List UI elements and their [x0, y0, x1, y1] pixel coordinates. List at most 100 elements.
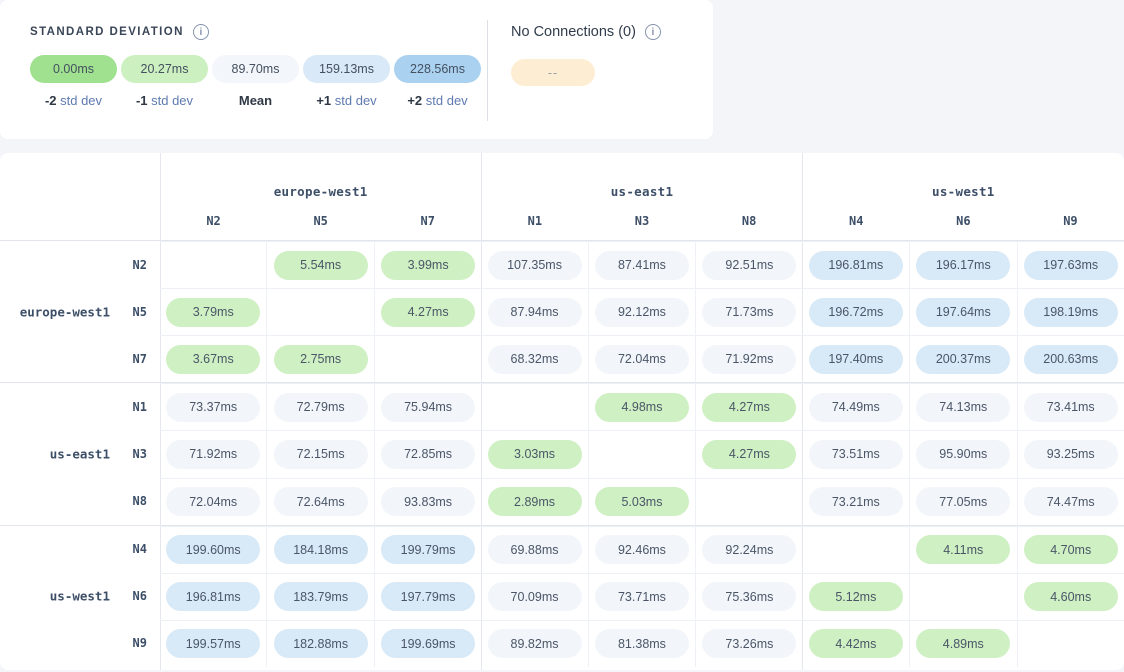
latency-pill: 196.81ms — [809, 251, 903, 280]
latency-cell: 75.36ms — [695, 574, 802, 620]
column-node-label: N6 — [910, 214, 1017, 228]
latency-cell: 196.72ms — [803, 289, 909, 335]
latency-cell — [160, 242, 266, 288]
no-connections-info-icon[interactable]: i — [645, 24, 661, 40]
table-row: N25.54ms3.99ms107.35ms87.41ms92.51ms196.… — [0, 241, 1124, 288]
std-dev-label-minus1: -1 std dev — [121, 93, 208, 108]
latency-pill: 77.05ms — [916, 487, 1010, 516]
latency-cell — [909, 574, 1016, 620]
table-row: N872.04ms72.64ms93.83ms2.89ms5.03ms73.21… — [0, 478, 1124, 525]
latency-pill: 75.36ms — [702, 582, 796, 611]
latency-cell: 184.18ms — [266, 527, 373, 573]
table-row: N371.92ms72.15ms72.85ms3.03ms4.27ms73.51… — [0, 430, 1124, 477]
table-row: N173.37ms72.79ms75.94ms4.98ms4.27ms74.49… — [0, 383, 1124, 430]
no-connections-title: No Connections (0) — [511, 24, 636, 40]
latency-cell: 197.64ms — [909, 289, 1016, 335]
std-dev-pill-minus2: 0.00ms — [30, 55, 117, 83]
latency-pill: 89.82ms — [488, 629, 582, 658]
latency-cell: 73.41ms — [1017, 384, 1124, 430]
latency-cell: 93.83ms — [374, 479, 481, 525]
column-node-label: N4 — [803, 214, 910, 228]
latency-cell: 71.92ms — [695, 336, 802, 382]
latency-cell: 92.12ms — [588, 289, 695, 335]
latency-cell: 5.03ms — [588, 479, 695, 525]
latency-cell: 73.51ms — [803, 431, 909, 477]
latency-cell: 93.25ms — [1017, 431, 1124, 477]
row-node-label: N9 — [0, 620, 160, 667]
table-row: N53.79ms4.27ms87.94ms92.12ms71.73ms196.7… — [0, 288, 1124, 335]
std-dev-labels: -2 std dev -1 std dev Mean +1 std dev +2… — [30, 93, 481, 108]
latency-cell: 72.04ms — [588, 336, 695, 382]
latency-cell: 4.89ms — [909, 621, 1016, 667]
latency-pill: 4.70ms — [1024, 535, 1118, 564]
latency-pill: 93.83ms — [381, 487, 475, 516]
column-node-label: N3 — [588, 214, 695, 228]
row-group-europe-west1: europe-west1N25.54ms3.99ms107.35ms87.41m… — [0, 240, 1124, 382]
latency-pill: 73.26ms — [702, 629, 796, 658]
column-node-label: N9 — [1017, 214, 1124, 228]
latency-cell: 72.79ms — [266, 384, 373, 430]
latency-cell: 73.26ms — [695, 621, 802, 667]
latency-pill: 73.51ms — [809, 440, 903, 469]
latency-cell: 74.13ms — [909, 384, 1016, 430]
row-region-label: us-east1 — [0, 446, 160, 461]
latency-pill: 74.49ms — [809, 393, 903, 422]
latency-cell: 5.12ms — [803, 574, 909, 620]
latency-pill: 70.09ms — [488, 582, 582, 611]
latency-cell: 4.70ms — [1017, 527, 1124, 573]
latency-cell: 71.73ms — [695, 289, 802, 335]
latency-cell: 87.94ms — [481, 289, 587, 335]
latency-cell: 196.81ms — [160, 574, 266, 620]
latency-cell: 4.27ms — [695, 384, 802, 430]
latency-cell: 3.99ms — [374, 242, 481, 288]
latency-pill: 3.03ms — [488, 440, 582, 469]
latency-pill: 5.54ms — [274, 251, 368, 280]
latency-pill: 199.79ms — [381, 535, 475, 564]
latency-cell: 92.24ms — [695, 527, 802, 573]
latency-cell: 4.60ms — [1017, 574, 1124, 620]
latency-pill: 199.60ms — [166, 535, 260, 564]
latency-pill: 200.37ms — [916, 345, 1010, 374]
latency-pill: 92.24ms — [702, 535, 796, 564]
latency-pill: 2.89ms — [488, 487, 582, 516]
latency-pill: 69.88ms — [488, 535, 582, 564]
latency-cell: 73.71ms — [588, 574, 695, 620]
latency-pill: 71.92ms — [702, 345, 796, 374]
latency-pill: 68.32ms — [488, 345, 582, 374]
latency-cell: 199.69ms — [374, 621, 481, 667]
latency-pill: 199.69ms — [381, 629, 475, 658]
latency-pill: 73.21ms — [809, 487, 903, 516]
latency-cell: 4.27ms — [374, 289, 481, 335]
latency-cell: 3.67ms — [160, 336, 266, 382]
column-group-us-west1: us-west1N4N6N9 — [803, 153, 1124, 240]
latency-cell: 92.46ms — [588, 527, 695, 573]
latency-pill: 92.51ms — [702, 251, 796, 280]
row-node-label: N1 — [0, 383, 160, 430]
std-dev-info-icon[interactable]: i — [193, 24, 209, 40]
latency-cell: 199.60ms — [160, 527, 266, 573]
no-connections-section: No Connections (0) i -- — [511, 22, 661, 86]
std-dev-pill-plus1: 159.13ms — [303, 55, 390, 83]
latency-pill: 92.46ms — [595, 535, 689, 564]
latency-pill: 197.79ms — [381, 582, 475, 611]
std-dev-label-mean: Mean — [212, 93, 299, 108]
latency-cell: 74.47ms — [1017, 479, 1124, 525]
row-group-us-east1: us-east1 N173.37ms72.79ms75.94ms4.98ms4.2… — [0, 382, 1124, 524]
latency-cell: 4.98ms — [588, 384, 695, 430]
legend-card: STANDARD DEVIATION i 0.00ms 20.27ms 89.7… — [0, 0, 713, 139]
latency-cell: 73.21ms — [803, 479, 909, 525]
latency-cell: 196.17ms — [909, 242, 1016, 288]
latency-cell: 87.41ms — [588, 242, 695, 288]
latency-cell: 72.64ms — [266, 479, 373, 525]
row-group-us-west1: us-west1N4199.60ms184.18ms199.79ms69.88m… — [0, 525, 1124, 667]
latency-pill: 198.19ms — [1024, 298, 1118, 327]
latency-cell: 3.03ms — [481, 431, 587, 477]
latency-cell: 197.63ms — [1017, 242, 1124, 288]
latency-cell: 72.15ms — [266, 431, 373, 477]
table-row: N6196.81ms183.79ms197.79ms70.09ms73.71ms… — [0, 573, 1124, 620]
latency-cell: 72.04ms — [160, 479, 266, 525]
latency-cell: 197.40ms — [803, 336, 909, 382]
std-dev-label-minus2: -2 std dev — [30, 93, 117, 108]
latency-pill: 87.41ms — [595, 251, 689, 280]
latency-cell: 196.81ms — [803, 242, 909, 288]
